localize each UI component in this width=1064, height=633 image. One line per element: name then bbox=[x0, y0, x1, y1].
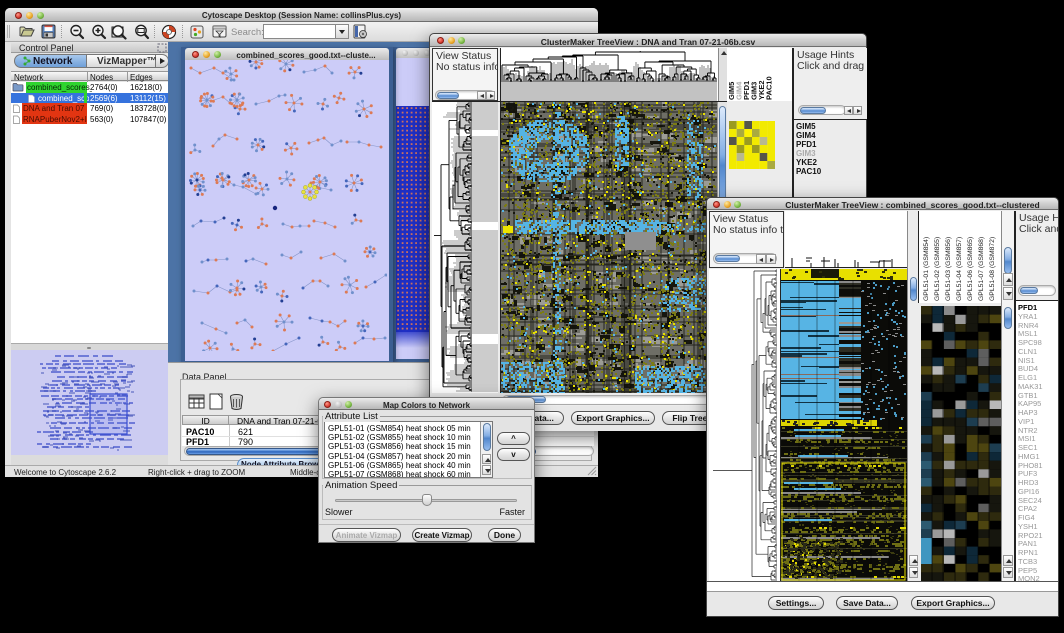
svg-text:PAC10: PAC10 bbox=[765, 76, 774, 100]
svg-text:GPL51-07 (GSM868): GPL51-07 (GSM868) bbox=[978, 237, 985, 301]
svg-text:GPL51-08 (GSM872): GPL51-08 (GSM872) bbox=[989, 237, 996, 301]
svg-text:GPL51-03 (GSM856): GPL51-03 (GSM856) bbox=[945, 237, 952, 301]
svg-text:GPL51-06 (GSM865): GPL51-06 (GSM865) bbox=[967, 237, 974, 301]
svg-text:GPL51-04 (GSM857): GPL51-04 (GSM857) bbox=[956, 237, 963, 301]
svg-text:GPL51-02 (GSM855): GPL51-02 (GSM855) bbox=[934, 237, 941, 301]
svg-text:GPL51-01 (GSM854): GPL51-01 (GSM854) bbox=[923, 237, 930, 301]
